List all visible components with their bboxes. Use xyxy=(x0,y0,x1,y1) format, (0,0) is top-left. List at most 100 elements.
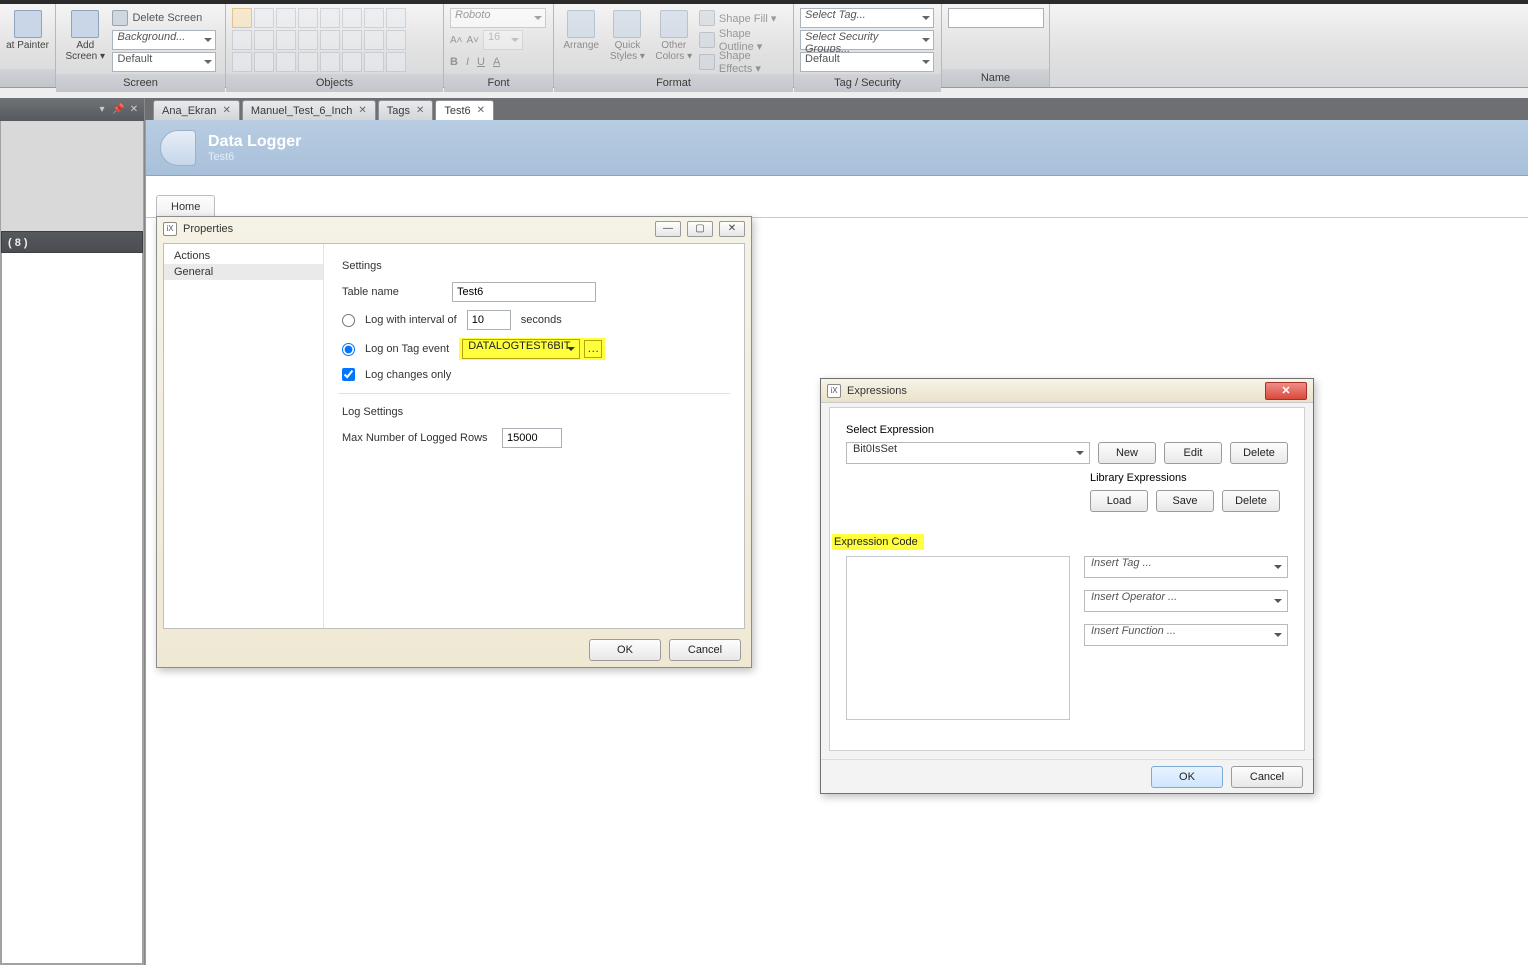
tab-test6[interactable]: Test6✕ xyxy=(435,100,494,120)
tag-event-browse-button[interactable]: … xyxy=(584,340,602,358)
close-icon[interactable]: ✕ xyxy=(416,105,424,116)
delete-library-button[interactable]: Delete xyxy=(1222,490,1280,512)
select-expression-dropdown[interactable]: Bit0IsSet xyxy=(846,442,1090,464)
document-subtabs: Home xyxy=(146,194,1528,218)
minimize-button[interactable]: — xyxy=(655,221,681,237)
delete-icon xyxy=(112,10,128,26)
outline-icon xyxy=(699,32,715,48)
left-panel-list[interactable] xyxy=(1,253,143,964)
log-tag-event-radio[interactable] xyxy=(342,343,355,356)
objects-tool-grid[interactable] xyxy=(232,8,406,72)
close-icon[interactable]: ✕ xyxy=(477,105,485,116)
left-panel: ▾ 📌 ✕ ( 8 ) xyxy=(0,98,145,965)
document-tabs: Ana_Ekran✕ Manuel_Test_6_Inch✕ Tags✕ Tes… xyxy=(145,98,1528,120)
pin-icon[interactable]: 📌 xyxy=(112,104,124,116)
load-button[interactable]: Load xyxy=(1090,490,1148,512)
log-interval-input[interactable] xyxy=(467,310,511,330)
page-subtitle: Test6 xyxy=(208,151,301,163)
panel-dropdown-icon[interactable]: ▾ xyxy=(96,104,108,116)
ribbon: at Painter Add Screen ▾ Delete Screen Ba… xyxy=(0,4,1528,88)
dialog-title: Properties xyxy=(183,223,233,235)
add-screen-label: Add Screen ▾ xyxy=(66,40,105,62)
arrange-icon xyxy=(567,10,595,38)
arrange-button[interactable]: Arrange xyxy=(560,8,602,53)
tab-manuel-test[interactable]: Manuel_Test_6_Inch✕ xyxy=(242,100,376,120)
ok-button[interactable]: OK xyxy=(589,639,661,661)
delete-screen-button[interactable]: Delete Screen xyxy=(112,8,219,28)
effects-icon xyxy=(699,54,715,70)
security-default-combo[interactable]: Default xyxy=(800,52,934,72)
cancel-button[interactable]: Cancel xyxy=(669,639,741,661)
subtab-home[interactable]: Home xyxy=(156,195,215,217)
insert-function-dropdown[interactable]: Insert Function ... xyxy=(1084,624,1288,646)
object-name-input[interactable] xyxy=(948,8,1044,28)
shape-outline-button[interactable]: Shape Outline ▾ xyxy=(699,30,787,50)
ribbon-group-objects: Objects xyxy=(226,74,443,92)
max-rows-input[interactable] xyxy=(502,428,562,448)
properties-category-list[interactable]: Actions General xyxy=(164,244,324,628)
maximize-button[interactable]: ▢ xyxy=(687,221,713,237)
close-button[interactable]: ✕ xyxy=(1265,382,1307,400)
add-screen-button[interactable]: Add Screen ▾ xyxy=(62,8,108,64)
log-changes-only-label: Log changes only xyxy=(365,369,451,381)
close-button[interactable]: ✕ xyxy=(719,221,745,237)
close-icon[interactable]: ✕ xyxy=(128,104,140,116)
ok-button[interactable]: OK xyxy=(1151,766,1223,788)
dialog-title: Expressions xyxy=(847,385,907,397)
log-interval-label: Log with interval of xyxy=(365,314,457,326)
pointer-tool-icon[interactable] xyxy=(232,8,252,28)
format-painter-label: at Painter xyxy=(6,40,49,51)
select-security-combo[interactable]: Select Security Groups... xyxy=(800,30,934,50)
log-interval-radio[interactable] xyxy=(342,314,355,327)
seconds-label: seconds xyxy=(521,314,562,326)
shape-fill-button[interactable]: Shape Fill ▾ xyxy=(699,8,787,28)
category-general[interactable]: General xyxy=(164,264,323,280)
insert-operator-dropdown[interactable]: Insert Operator ... xyxy=(1084,590,1288,612)
ribbon-group-name: Name xyxy=(942,69,1049,87)
font-name-combo[interactable]: Roboto xyxy=(450,8,546,28)
other-colors-button[interactable]: Other Colors ▾ xyxy=(653,8,695,64)
edit-button[interactable]: Edit xyxy=(1164,442,1222,464)
quick-styles-icon xyxy=(613,10,641,38)
left-panel-toolbar: ▾ 📌 ✕ xyxy=(0,98,144,121)
expression-code-label: Expression Code xyxy=(832,534,924,550)
ribbon-group-font: Font xyxy=(444,74,553,92)
font-size-combo[interactable]: 16 xyxy=(483,30,523,50)
close-icon[interactable]: ✕ xyxy=(222,105,230,116)
left-panel-section-header: ( 8 ) xyxy=(1,231,143,253)
quick-styles-button[interactable]: Quick Styles ▾ xyxy=(606,8,648,64)
tab-ana-ekran[interactable]: Ana_Ekran✕ xyxy=(153,100,240,120)
log-tag-event-label: Log on Tag event xyxy=(365,343,449,355)
new-button[interactable]: New xyxy=(1098,442,1156,464)
tag-event-highlight: DATALOGTEST6BIT … xyxy=(459,338,605,360)
ribbon-group-screen: Screen xyxy=(56,74,225,92)
shape-effects-button[interactable]: Shape Effects ▾ xyxy=(699,52,787,72)
tab-tags[interactable]: Tags✕ xyxy=(378,100,434,120)
log-settings-group-label: Log Settings xyxy=(342,406,726,418)
format-painter-button[interactable]: at Painter xyxy=(6,8,49,53)
tag-event-dropdown[interactable]: DATALOGTEST6BIT xyxy=(462,339,580,359)
template-combo[interactable]: Default xyxy=(112,52,216,72)
insert-tag-dropdown[interactable]: Insert Tag ... xyxy=(1084,556,1288,578)
datalogger-icon xyxy=(160,130,196,166)
add-screen-icon xyxy=(71,10,99,38)
document-header: Data Logger Test6 xyxy=(146,120,1528,176)
category-actions[interactable]: Actions xyxy=(164,248,323,264)
app-icon: iX xyxy=(827,384,841,398)
properties-dialog: iX Properties — ▢ ✕ Actions General Sett… xyxy=(156,216,752,668)
ribbon-group-format: Format xyxy=(554,74,793,92)
background-combo[interactable]: Background... xyxy=(112,30,216,50)
table-name-input[interactable] xyxy=(452,282,596,302)
page-title: Data Logger xyxy=(208,133,301,151)
select-expression-label: Select Expression xyxy=(846,424,1288,436)
close-icon[interactable]: ✕ xyxy=(358,105,366,116)
select-tag-combo[interactable]: Select Tag... xyxy=(800,8,934,28)
expressions-dialog: iX Expressions ✕ Select Expression Bit0I… xyxy=(820,378,1314,794)
log-changes-only-checkbox[interactable] xyxy=(342,368,355,381)
save-button[interactable]: Save xyxy=(1156,490,1214,512)
expression-code-textarea[interactable] xyxy=(846,556,1070,720)
bucket-icon xyxy=(699,10,715,26)
colors-icon xyxy=(660,10,688,38)
cancel-button[interactable]: Cancel xyxy=(1231,766,1303,788)
delete-button[interactable]: Delete xyxy=(1230,442,1288,464)
